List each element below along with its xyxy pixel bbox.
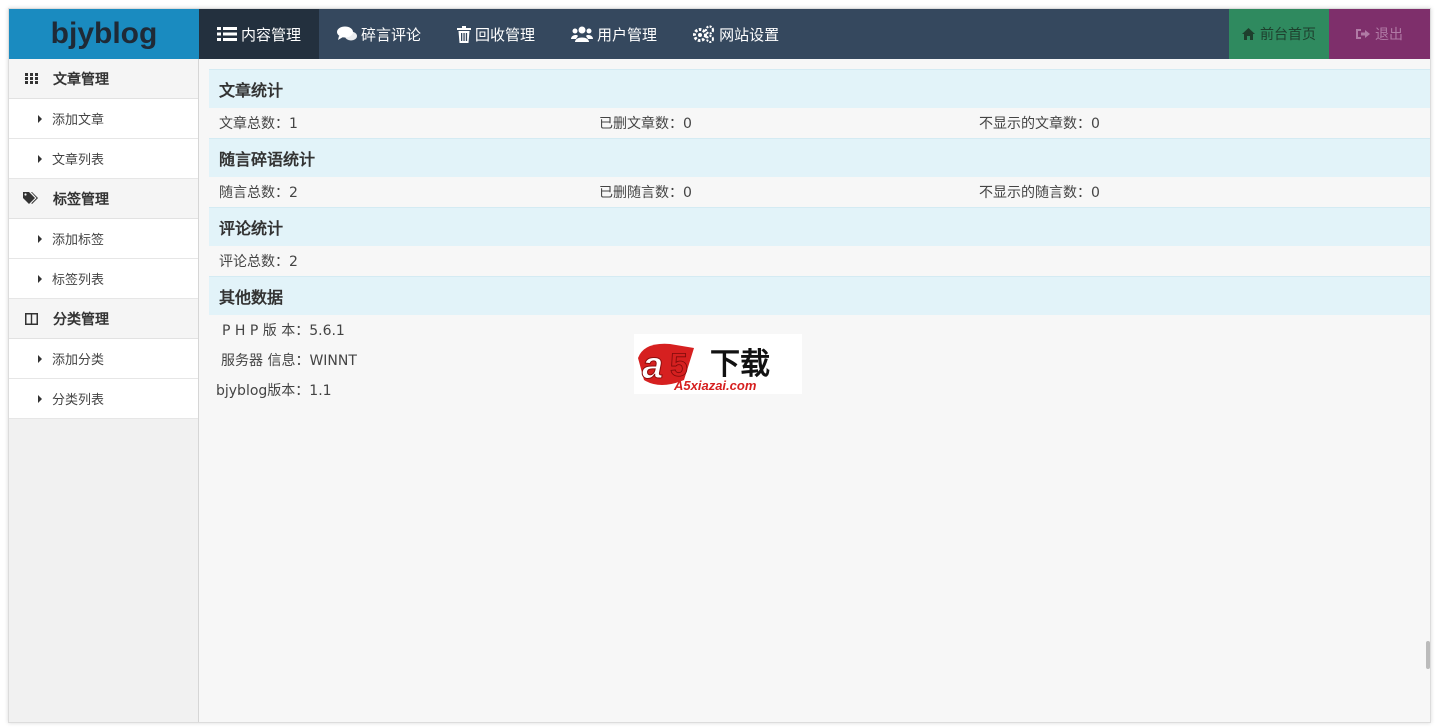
brand-logo[interactable]: bjyblog <box>9 9 199 59</box>
sidebar-item-label: 标签列表 <box>52 273 105 288</box>
sidebar: 文章管理 添加文章 文章列表 标签管理 添加标签 标签列表 分类管理 添加分类 … <box>9 59 199 722</box>
users-icon <box>571 26 594 42</box>
nav-label: 用户管理 <box>597 25 658 44</box>
comment-total: 评论总数：2 <box>219 254 298 270</box>
nav-label: 网站设置 <box>719 25 780 44</box>
comment-stats-heading: 评论统计 <box>209 207 1430 246</box>
grid-icon <box>23 73 39 84</box>
nav-content-management[interactable]: 内容管理 <box>199 9 320 59</box>
sign-out-icon <box>1356 28 1370 40</box>
article-total: 文章总数：1 <box>219 116 298 132</box>
sidebar-item-article-list[interactable]: 文章列表 <box>9 139 198 179</box>
article-deleted: 已删文章数：0 <box>599 116 692 132</box>
sidebar-group-tags[interactable]: 标签管理 <box>9 179 198 219</box>
svg-text:a: a <box>642 345 663 387</box>
main-nav: 内容管理 碎言评论 回收管理 用户管理 网站设置 <box>199 9 797 59</box>
chat-total: 随言总数：2 <box>219 185 298 201</box>
home-icon <box>1242 28 1255 40</box>
sidebar-item-add-tag[interactable]: 添加标签 <box>9 219 198 259</box>
sidebar-group-label: 标签管理 <box>53 191 109 208</box>
home-label: 前台首页 <box>1260 27 1316 43</box>
caret-right-icon <box>38 354 42 363</box>
chat-stats-heading: 随言碎语统计 <box>209 138 1430 177</box>
sidebar-item-tag-list[interactable]: 标签列表 <box>9 259 198 299</box>
watermark-url-text: A5xiazai.com <box>673 378 757 393</box>
columns-icon <box>23 312 39 325</box>
caret-right-icon <box>38 394 42 403</box>
chat-deleted: 已删随言数：0 <box>599 185 692 201</box>
logout-label: 退出 <box>1375 27 1403 43</box>
nav-site-settings[interactable]: 网站设置 <box>675 9 797 59</box>
logout-button[interactable]: 退出 <box>1329 9 1430 59</box>
caret-right-icon <box>38 114 42 123</box>
nav-label: 碎言评论 <box>361 25 422 44</box>
sidebar-group-label: 分类管理 <box>53 311 109 328</box>
sidebar-item-label: 添加文章 <box>52 113 105 128</box>
gears-icon <box>693 25 715 43</box>
app-window: bjyblog 内容管理 碎言评论 回收管理 用户管理 网站设置 前台首页 退出… <box>8 8 1431 723</box>
caret-right-icon <box>38 234 42 243</box>
chat-stats-row: 随言总数：2 已删随言数：0 不显示的随言数：0 <box>209 177 1430 207</box>
sidebar-group-label: 文章管理 <box>53 71 109 88</box>
sidebar-item-add-article[interactable]: 添加文章 <box>9 99 198 139</box>
trash-icon <box>457 25 472 43</box>
tags-icon <box>23 192 39 205</box>
caret-right-icon <box>38 274 42 283</box>
article-stats-heading: 文章统计 <box>209 69 1430 108</box>
list-icon <box>217 26 237 42</box>
caret-right-icon <box>38 154 42 163</box>
nav-label: 内容管理 <box>241 25 302 44</box>
nav-recycle[interactable]: 回收管理 <box>439 9 553 59</box>
sidebar-item-label: 分类列表 <box>52 393 105 408</box>
watermark-cn-text: 下载 <box>710 347 770 382</box>
server-info: 服务器 信息：WINNT <box>221 353 357 369</box>
sidebar-group-categories[interactable]: 分类管理 <box>9 299 198 339</box>
nav-label: 回收管理 <box>475 25 536 44</box>
nav-chat-comments[interactable]: 碎言评论 <box>319 9 439 59</box>
blog-version: bjyblog版本：1.1 <box>216 383 332 399</box>
chat-hidden: 不显示的随言数：0 <box>979 185 1100 201</box>
nav-users[interactable]: 用户管理 <box>553 9 675 59</box>
sidebar-item-label: 添加分类 <box>52 353 105 368</box>
a5-watermark-logo: a 5 下载 A5xiazai.com <box>634 334 802 394</box>
scrollbar-handle[interactable] <box>1426 641 1430 669</box>
php-version: P H P 版 本：5.6.1 <box>222 323 345 339</box>
sidebar-item-label: 文章列表 <box>52 153 105 168</box>
sidebar-item-label: 添加标签 <box>52 233 105 248</box>
comments-icon <box>337 26 358 42</box>
article-hidden: 不显示的文章数：0 <box>979 116 1100 132</box>
sidebar-item-add-category[interactable]: 添加分类 <box>9 339 198 379</box>
article-stats-row: 文章总数：1 已删文章数：0 不显示的文章数：0 <box>209 108 1430 138</box>
sidebar-group-articles[interactable]: 文章管理 <box>9 59 198 99</box>
frontend-home-button[interactable]: 前台首页 <box>1229 9 1329 59</box>
main-content: 文章统计 文章总数：1 已删文章数：0 不显示的文章数：0 随言碎语统计 随言总… <box>209 69 1430 405</box>
sidebar-item-category-list[interactable]: 分类列表 <box>9 379 198 419</box>
comment-stats-row: 评论总数：2 <box>209 246 1430 276</box>
other-data-heading: 其他数据 <box>209 276 1430 315</box>
top-navbar: bjyblog 内容管理 碎言评论 回收管理 用户管理 网站设置 前台首页 退出 <box>9 9 1430 59</box>
